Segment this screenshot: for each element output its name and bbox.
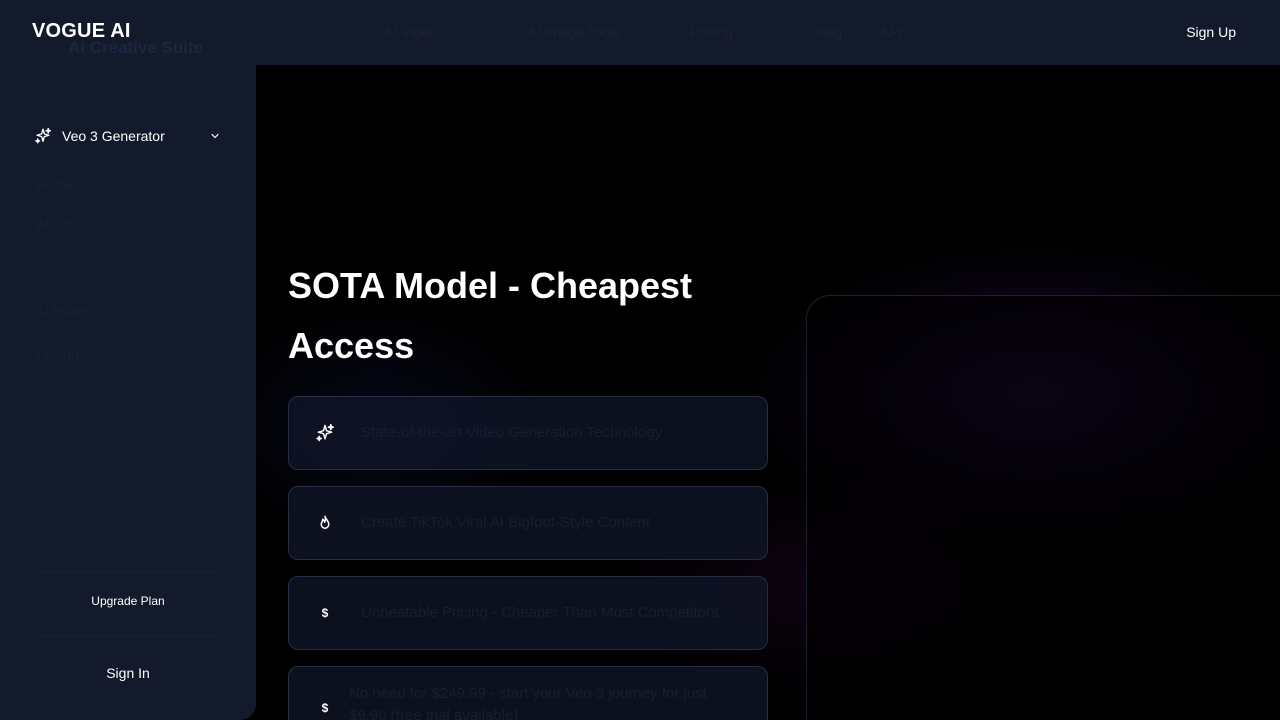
sparkles-icon	[34, 127, 52, 145]
dollar-icon: $	[321, 701, 329, 715]
sidebar-item-ai-video[interactable]: AI Video	[36, 217, 89, 233]
feature-card: State-of-the-art Video Generation Techno…	[288, 396, 768, 470]
feature-text: Create TikTok Viral AI Bigfoot-Style Con…	[361, 514, 651, 531]
sidebar-divider	[40, 635, 220, 636]
feature-text: Unbeatable Pricing - Cheaper Than Most C…	[361, 604, 719, 621]
sidebar-title: AI Creative Suite	[68, 38, 204, 57]
sidebar-item-label: Veo 3 Generator	[62, 128, 165, 144]
upgrade-plan-button[interactable]: Upgrade Plan	[32, 581, 224, 621]
sidebar: AI Creative Suite Veo 3 Generator Home A…	[0, 38, 256, 720]
sign-up-button[interactable]: Sign Up	[1174, 16, 1248, 48]
feature-card: Create TikTok Viral AI Bigfoot-Style Con…	[288, 486, 768, 560]
chevron-down-icon[interactable]	[208, 129, 222, 143]
video-preview-panel	[806, 295, 1280, 720]
feature-card: $ No need for $249.99 - start your Veo 3…	[288, 666, 768, 720]
nav-link-ai-image-tools[interactable]: AI Image Tools	[528, 24, 620, 40]
nav-link-blog[interactable]: Blog	[814, 24, 842, 40]
nav-link-ai-video[interactable]: AI Video	[384, 24, 437, 40]
nav-link-api[interactable]: API	[880, 24, 903, 40]
feature-text: State-of-the-art Video Generation Techno…	[361, 424, 663, 441]
sidebar-item-ai-image[interactable]: AI Image	[36, 303, 92, 319]
sparkles-icon	[315, 423, 335, 443]
sidebar-item-veo3-generator[interactable]: Veo 3 Generator	[24, 119, 232, 153]
sidebar-item-home[interactable]: Home	[36, 177, 73, 193]
feature-card: $ Unbeatable Pricing - Cheaper Than Most…	[288, 576, 768, 650]
feature-text: No need for $249.99 - start your Veo 3 j…	[349, 685, 707, 720]
sign-in-button[interactable]: Sign In	[32, 655, 224, 691]
dollar-icon: $	[321, 606, 329, 620]
sidebar-divider	[40, 571, 220, 572]
page-title: SOTA Model - Cheapest Access	[288, 265, 693, 366]
flame-icon	[315, 513, 335, 533]
sidebar-item-pricing[interactable]: Pricing	[36, 347, 79, 363]
nav-link-pricing[interactable]: Pricing	[690, 24, 733, 40]
